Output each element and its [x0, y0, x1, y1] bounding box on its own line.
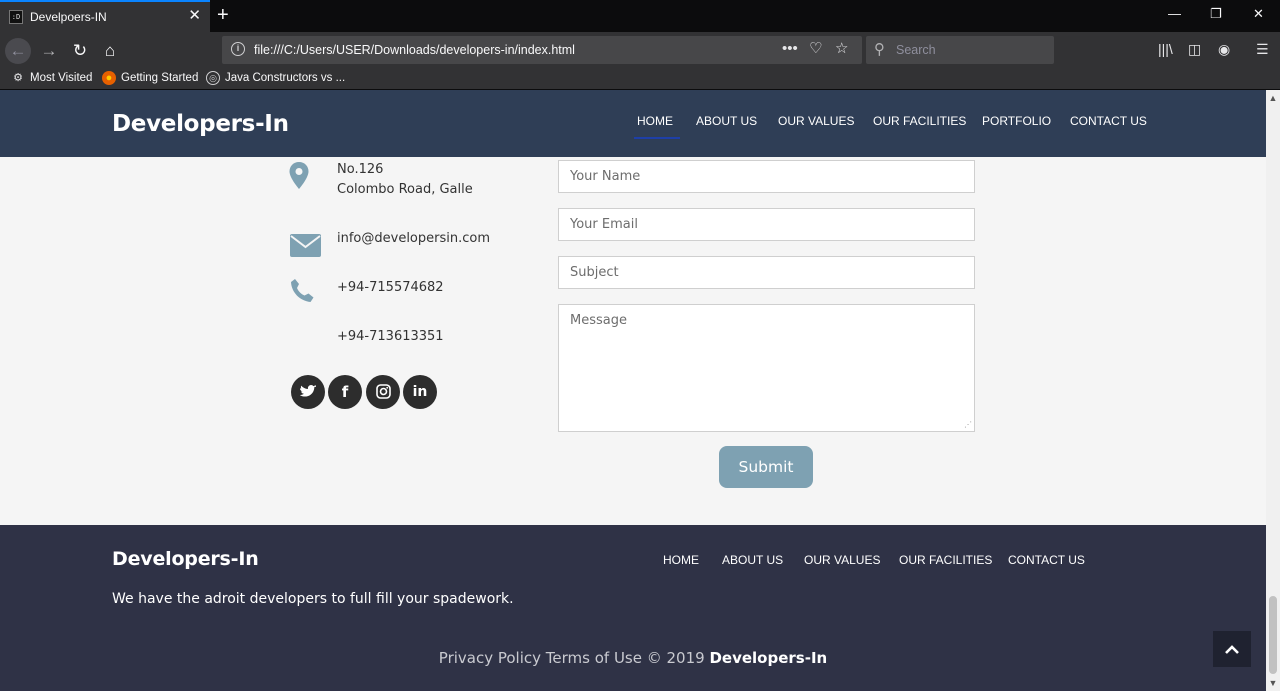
- copyright-line: Privacy Policy Terms of Use © 2019 Devel…: [0, 649, 1266, 667]
- envelope-icon: [290, 234, 321, 257]
- bookmark-getting-started[interactable]: ● Getting Started: [102, 71, 198, 85]
- location-pin-icon: [289, 162, 309, 189]
- site-logo[interactable]: Developers-In: [112, 111, 289, 137]
- phone-icon: [291, 279, 314, 302]
- scroll-up-arrow-icon[interactable]: ▲: [1266, 90, 1280, 106]
- copyright-brand: Developers-In: [709, 649, 828, 667]
- search-box[interactable]: ⚲ Search: [866, 36, 1054, 64]
- footer-nav-our-facilities[interactable]: OUR FACILITIES: [899, 553, 992, 567]
- instagram-icon[interactable]: [366, 375, 400, 409]
- footer-nav-about-us[interactable]: ABOUT US: [722, 553, 783, 567]
- site-info-icon[interactable]: i: [231, 42, 245, 56]
- navigation-toolbar: ← → ↻ ⌂ i file:///C:/Users/USER/Download…: [0, 32, 1280, 68]
- back-to-top-button[interactable]: [1213, 631, 1251, 667]
- scroll-down-arrow-icon[interactable]: ▼: [1266, 675, 1280, 691]
- home-button[interactable]: ⌂: [97, 38, 123, 64]
- email-placeholder: Your Email: [570, 217, 638, 232]
- page-viewport: Developers-In HOME ABOUT US OUR VALUES O…: [0, 90, 1266, 691]
- menu-icon[interactable]: ☰: [1256, 40, 1269, 58]
- address-line-1: No.126: [337, 162, 384, 177]
- forward-button[interactable]: →: [36, 38, 62, 64]
- footer-logo[interactable]: Developers-In: [112, 548, 259, 570]
- email-field[interactable]: Your Email: [558, 208, 975, 241]
- library-icon[interactable]: |||\: [1158, 40, 1173, 58]
- twitter-icon[interactable]: [291, 375, 325, 409]
- site-header: Developers-In HOME ABOUT US OUR VALUES O…: [0, 90, 1266, 157]
- nav-contact-us[interactable]: CONTACT US: [1070, 114, 1147, 128]
- message-placeholder: Message: [570, 313, 627, 328]
- firefox-icon: ●: [102, 71, 116, 85]
- bookmark-java-constructors[interactable]: ◎ Java Constructors vs ...: [206, 71, 345, 85]
- bookmark-label: Java Constructors vs ...: [225, 72, 346, 84]
- bookmark-most-visited[interactable]: ⚙ Most Visited: [11, 71, 92, 85]
- address-bar[interactable]: i file:///C:/Users/USER/Downloads/develo…: [222, 36, 862, 64]
- close-tab-icon[interactable]: ✕: [188, 8, 201, 24]
- account-icon[interactable]: ◉: [1218, 40, 1230, 58]
- browser-tab[interactable]: :D Develpoers-IN ✕: [0, 0, 210, 32]
- name-placeholder: Your Name: [570, 169, 641, 184]
- new-tab-button[interactable]: +: [217, 4, 229, 26]
- restore-window-button[interactable]: ❐: [1210, 6, 1222, 22]
- bookmark-label: Most Visited: [30, 72, 93, 84]
- search-placeholder: Search: [896, 43, 936, 57]
- page-favicon-icon: :D: [9, 10, 23, 24]
- search-icon: ⚲: [874, 41, 885, 58]
- contact-phone-2[interactable]: +94-713613351: [337, 327, 444, 347]
- message-field[interactable]: Message ⋰: [558, 304, 975, 432]
- footer-tagline: We have the adroit developers to full fi…: [112, 591, 514, 607]
- nav-about-us[interactable]: ABOUT US: [696, 114, 757, 128]
- bookmark-star-icon[interactable]: ☆: [835, 40, 848, 58]
- site-footer: Developers-In HOME ABOUT US OUR VALUES O…: [0, 525, 1266, 691]
- scroll-thumb[interactable]: [1269, 596, 1277, 674]
- copyright-text: Privacy Policy Terms of Use © 2019: [438, 649, 705, 667]
- contact-phone-1[interactable]: +94-715574682: [337, 278, 444, 298]
- page-actions-icon[interactable]: •••: [782, 40, 798, 58]
- submit-button[interactable]: Submit: [719, 446, 813, 488]
- footer-nav-our-values[interactable]: OUR VALUES: [804, 553, 880, 567]
- tab-strip: :D Develpoers-IN ✕ + — ❐ ✕: [0, 0, 1280, 32]
- subject-field[interactable]: Subject: [558, 256, 975, 289]
- pocket-icon[interactable]: ♡: [809, 40, 822, 58]
- resize-handle-icon[interactable]: ⋰: [964, 421, 972, 429]
- facebook-icon[interactable]: f: [328, 375, 362, 409]
- gear-icon: ⚙: [13, 72, 23, 84]
- footer-nav-contact-us[interactable]: CONTACT US: [1008, 553, 1085, 567]
- tab-title: Develpoers-IN: [30, 10, 107, 24]
- bookmarks-toolbar: ⚙ Most Visited ● Getting Started ◎ Java …: [0, 68, 1280, 90]
- footer-nav-home[interactable]: HOME: [663, 553, 699, 567]
- nav-portfolio[interactable]: PORTFOLIO: [982, 114, 1051, 128]
- sidebar-icon[interactable]: ◫: [1188, 40, 1201, 58]
- nav-our-facilities[interactable]: OUR FACILITIES: [873, 114, 966, 128]
- subject-placeholder: Subject: [570, 265, 619, 280]
- nav-home[interactable]: HOME: [634, 114, 680, 139]
- linkedin-icon[interactable]: in: [403, 375, 437, 409]
- back-button[interactable]: ←: [5, 38, 31, 64]
- url-text[interactable]: file:///C:/Users/USER/Downloads/develope…: [254, 43, 575, 57]
- reload-button[interactable]: ↻: [67, 38, 93, 64]
- contact-email[interactable]: info@developersin.com: [337, 229, 490, 249]
- chevron-up-icon: [1225, 645, 1239, 654]
- name-field[interactable]: Your Name: [558, 160, 975, 193]
- bookmark-label: Getting Started: [121, 72, 199, 84]
- globe-icon: ◎: [206, 71, 220, 85]
- page-scrollbar[interactable]: ▲ ▼: [1266, 90, 1280, 691]
- minimize-window-button[interactable]: —: [1168, 6, 1181, 22]
- nav-our-values[interactable]: OUR VALUES: [778, 114, 854, 128]
- close-window-button[interactable]: ✕: [1253, 6, 1264, 22]
- address-line-2: Colombo Road, Galle: [337, 182, 473, 197]
